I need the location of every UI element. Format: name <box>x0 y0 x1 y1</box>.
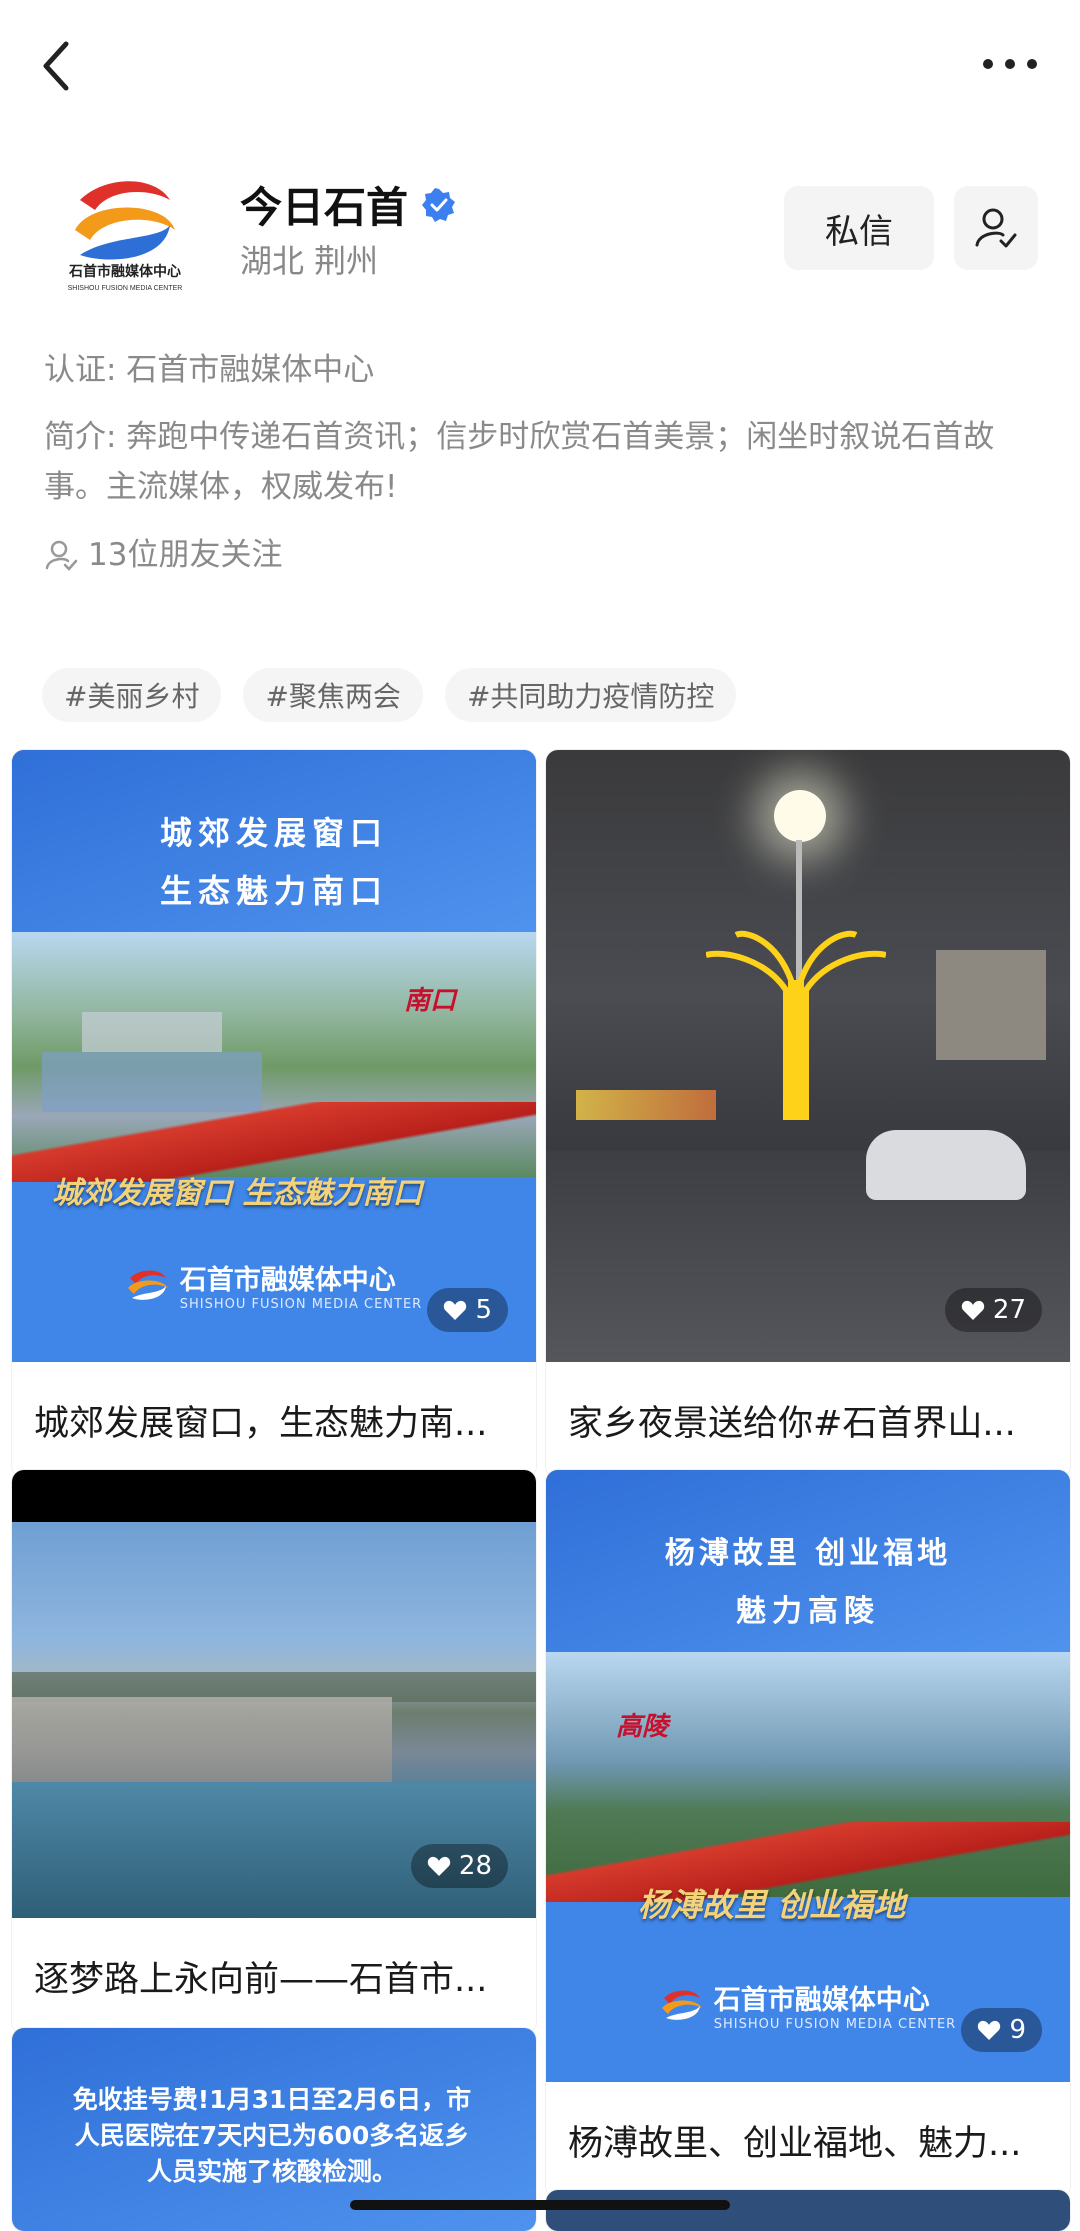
top-bar <box>0 0 1080 130</box>
topic-tags: #美丽乡村 #聚焦两会 #共同助力疫情防控 <box>42 668 737 722</box>
account-name: 今日石首 <box>240 183 409 232</box>
location-text: 湖北 荆州 <box>240 242 379 280</box>
name-row: 今日石首 <box>240 174 456 235</box>
post-card[interactable]: 27 家乡夜景送给你#石首界山... <box>546 750 1070 1478</box>
like-count: 5 <box>475 1295 492 1325</box>
like-badge: 27 <box>944 1288 1042 1332</box>
account-logo[interactable]: 石首市融媒体中心 SHISHOU FUSION MEDIA CENTER <box>50 170 200 295</box>
heart-icon <box>978 2020 1001 2040</box>
more-options-icon[interactable] <box>980 52 1040 76</box>
post-title[interactable]: 城郊发展窗口，生态魅力南... <box>12 1362 536 1478</box>
brand-name: 石首市融媒体中心 <box>179 1265 396 1296</box>
private-message-button[interactable]: 私信 <box>784 186 934 270</box>
followed-user-icon <box>975 208 1017 248</box>
post-title[interactable]: 杨溥故里、创业福地、魅力... <box>546 2082 1070 2198</box>
post-thumbnail[interactable]: 28 <box>12 1470 536 1918</box>
post-card[interactable] <box>546 2190 1070 2231</box>
heart-icon <box>961 1300 985 1320</box>
lit-tree-sculpture <box>706 930 886 1120</box>
tag-chip[interactable]: #美丽乡村 <box>42 668 222 722</box>
friends-following[interactable]: 13位朋友关注 <box>44 530 1044 580</box>
post-card[interactable]: 28 逐梦路上永向前——石首市... <box>12 1470 536 2034</box>
street-light <box>774 790 826 842</box>
brand-subtitle: SHISHOU FUSION MEDIA CENTER <box>179 1297 423 1312</box>
heart-icon <box>444 1300 467 1320</box>
caption-overlay: 杨溥故里 创业福地 <box>638 1886 906 1924</box>
post-card[interactable]: 城郊发展窗口 生态魅力南口 南口 城郊发展窗口 生态魅力南口 石首市融媒体中心 … <box>12 750 536 1478</box>
back-icon[interactable] <box>38 38 78 94</box>
verified-badge-icon <box>422 187 456 222</box>
post-thumbnail[interactable]: 27 <box>546 750 1070 1362</box>
banner-line-2: 生态魅力南口 <box>159 872 388 910</box>
friends-following-text: 13位朋友关注 <box>88 537 283 573</box>
banner-text: 免收挂号费!1月31日至2月6日，市人民医院在7天内已为600多名返乡人员实施了… <box>72 2085 472 2186</box>
caption-overlay: 城郊发展窗口 生态魅力南口 <box>52 1176 423 1211</box>
like-count: 27 <box>992 1295 1026 1325</box>
brand-subtitle: SHISHOU FUSION MEDIA CENTER <box>713 2017 957 2032</box>
profile-header: 石首市融媒体中心 SHISHOU FUSION MEDIA CENTER 今日石… <box>0 150 1080 310</box>
banner-line-1: 城郊发展窗口 <box>159 814 388 852</box>
lotus-pond-photo <box>546 1652 1070 1902</box>
post-title[interactable]: 家乡夜景送给你#石首界山... <box>546 1362 1070 1478</box>
bio-text: 简介: 奔跑中传递石首资讯；信步时欣赏石首美景；闲坐时叙说石首故事。主流媒体，权… <box>44 419 995 505</box>
like-count: 9 <box>1009 2015 1026 2045</box>
banner-line-2: 魅力高陵 <box>736 1594 880 1629</box>
like-badge: 5 <box>427 1288 508 1332</box>
white-car <box>866 1130 1026 1200</box>
post-thumbnail[interactable]: 杨溥故里 创业福地 魅力高陵 高陵 杨溥故里 创业福地 石首市融媒体中心 SHI… <box>546 1470 1070 2082</box>
banner-line-1: 杨溥故里 创业福地 <box>664 1536 952 1571</box>
home-indicator <box>350 2200 730 2210</box>
place-label: 南口 <box>404 986 457 1016</box>
logo-name: 石首市融媒体中心 <box>68 263 181 279</box>
tag-chip[interactable]: #共同助力疫情防控 <box>444 668 737 722</box>
heart-icon <box>427 1856 451 1876</box>
certification-text: 认证: 石首市融媒体中心 <box>44 352 375 388</box>
place-label: 高陵 <box>616 1712 669 1742</box>
like-badge: 9 <box>961 2008 1042 2052</box>
post-card[interactable]: 杨溥故里 创业福地 魅力高陵 高陵 杨溥故里 创业福地 石首市融媒体中心 SHI… <box>546 1470 1070 2198</box>
building <box>936 950 1046 1060</box>
aerial-photo <box>12 932 536 1182</box>
follow-button[interactable] <box>954 186 1038 270</box>
brand-name: 石首市融媒体中心 <box>713 1985 930 2016</box>
post-thumbnail[interactable]: 城郊发展窗口 生态魅力南口 南口 城郊发展窗口 生态魅力南口 石首市融媒体中心 … <box>12 750 536 1362</box>
brand-logo-icon <box>661 1990 702 2020</box>
brand-logo-icon <box>127 1270 168 1300</box>
like-count: 28 <box>458 1851 492 1881</box>
post-title[interactable]: 逐梦路上永向前——石首市... <box>12 1918 536 2034</box>
friends-icon <box>45 540 78 571</box>
tag-chip[interactable]: #聚焦两会 <box>243 668 423 722</box>
logo-subtitle: SHISHOU FUSION MEDIA CENTER <box>68 285 183 292</box>
like-badge: 28 <box>410 1844 508 1888</box>
